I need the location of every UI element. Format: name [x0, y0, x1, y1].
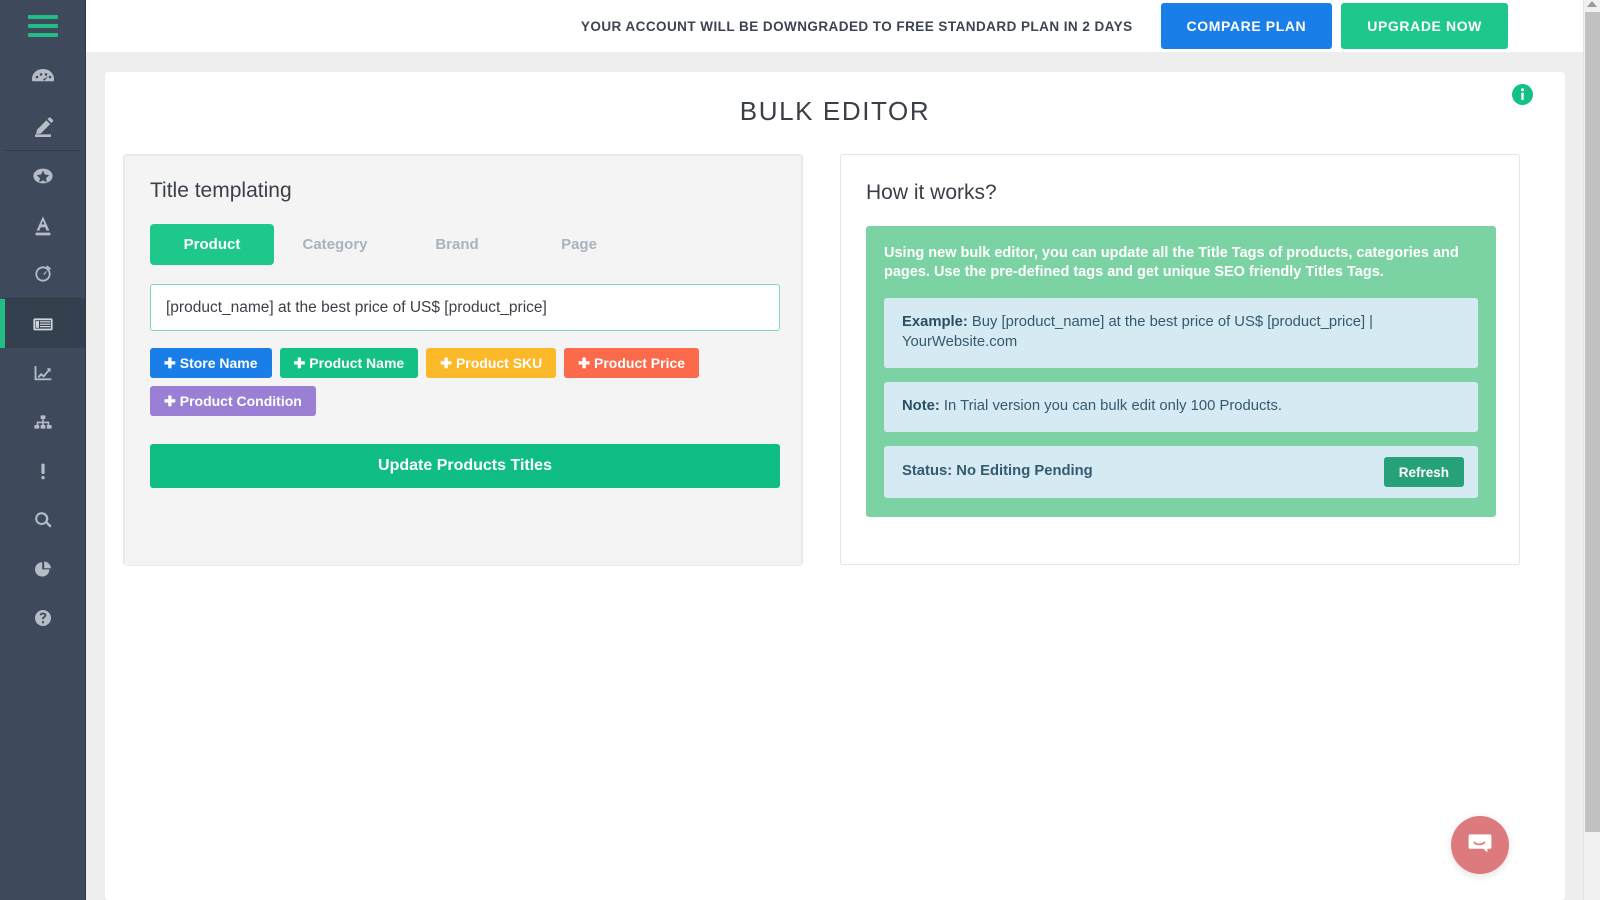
- tag-label: Product Name: [309, 354, 405, 371]
- menu-toggle-button[interactable]: [0, 0, 85, 52]
- sidebar-item-bulk-editor[interactable]: [0, 299, 85, 348]
- refresh-button[interactable]: Refresh: [1383, 457, 1464, 488]
- add-product-price-tag[interactable]: ✚ Product Price: [564, 348, 700, 378]
- tag-label: Product Price: [594, 354, 686, 371]
- status-box: Status: No Editing Pending Refresh: [884, 446, 1478, 499]
- downgrade-notice-text: YOUR ACCOUNT WILL BE DOWNGRADED TO FREE …: [580, 18, 1133, 34]
- chat-message-icon: [1466, 829, 1494, 862]
- bulk-editor-page-card: BULK EDITOR Title templating Product Cat…: [105, 72, 1565, 900]
- tab-brand[interactable]: Brand: [396, 224, 518, 265]
- example-box: Example: Buy [product_name] at the best …: [884, 298, 1478, 369]
- tab-page[interactable]: Page: [518, 224, 640, 265]
- tag-label: Product SKU: [455, 354, 543, 371]
- add-product-condition-tag[interactable]: ✚ Product Condition: [150, 386, 316, 416]
- tag-label: Store Name: [179, 354, 258, 371]
- title-templating-inner: Title templating Product Category Brand …: [124, 155, 802, 566]
- sidebar-item-search[interactable]: [0, 495, 85, 544]
- compare-plan-button[interactable]: COMPARE PLAN: [1160, 3, 1333, 49]
- add-product-sku-tag[interactable]: ✚ Product SKU: [426, 348, 557, 378]
- token-tag-buttons: ✚ Store Name ✚ Product Name ✚ Product SKU ✚…: [150, 348, 782, 416]
- sidebar-item-favorites[interactable]: [0, 151, 85, 200]
- example-text: Buy [product_name] at the best price of …: [902, 314, 1374, 351]
- page-scrollbar[interactable]: [1583, 0, 1600, 900]
- tab-product[interactable]: Product: [150, 224, 274, 265]
- scrollbar-thumb[interactable]: [1585, 12, 1600, 832]
- note-text: In Trial version you can bulk edit only …: [939, 398, 1282, 415]
- page-title: BULK EDITOR: [739, 96, 931, 126]
- sidebar-item-issues[interactable]: [0, 446, 85, 495]
- line-chart-growth-icon: [28, 358, 58, 388]
- top-banner: YOUR ACCOUNT WILL BE DOWNGRADED TO FREE …: [86, 0, 1600, 52]
- title-templating-panel: Title templating Product Category Brand …: [123, 154, 803, 566]
- sidebar-item-on-page-editor[interactable]: [0, 101, 85, 150]
- pie-chart-icon: [28, 554, 58, 584]
- left-sidebar: [0, 0, 86, 900]
- dashboard-gauge-icon: [28, 62, 58, 92]
- sidebar-item-analytics[interactable]: [0, 348, 85, 397]
- how-it-works-intro: Using new bulk editor, you can update al…: [884, 245, 1459, 281]
- plus-icon: ✚: [164, 392, 176, 409]
- panels-row: Title templating Product Category Brand …: [105, 127, 1565, 566]
- question-help-icon: [28, 603, 58, 633]
- title-template-input[interactable]: [150, 284, 780, 331]
- example-label: Example:: [902, 314, 968, 331]
- title-templating-heading: Title templating: [150, 179, 292, 202]
- sidebar-item-reports[interactable]: [0, 544, 85, 593]
- app-root: YOUR ACCOUNT WILL BE DOWNGRADED TO FREE …: [0, 0, 1600, 900]
- upgrade-now-button[interactable]: UPGRADE NOW: [1341, 3, 1508, 49]
- exclamation-alert-icon: [28, 456, 58, 486]
- update-products-titles-button[interactable]: Update Products Titles: [150, 444, 780, 488]
- info-circle-icon[interactable]: [1512, 84, 1533, 105]
- plus-icon: ✚: [293, 354, 306, 371]
- how-it-works-panel: How it works? Using new bulk editor, you…: [840, 154, 1520, 565]
- tab-category[interactable]: Category: [274, 224, 396, 265]
- sitemap-hierarchy-icon: [28, 407, 58, 437]
- how-it-works-green-box: Using new bulk editor, you can update al…: [866, 226, 1496, 518]
- bulk-editor-table-icon: [28, 309, 58, 339]
- tag-label: Product Condition: [179, 392, 302, 409]
- add-product-name-tag[interactable]: ✚ Product Name: [279, 348, 419, 378]
- sidebar-item-speed[interactable]: [0, 249, 85, 298]
- plus-icon: ✚: [440, 354, 452, 371]
- note-label: Note:: [902, 398, 940, 415]
- hamburger-icon: [27, 15, 58, 37]
- how-it-works-heading: How it works?: [866, 181, 997, 204]
- scroll-up-arrow-icon[interactable]: [1587, 1, 1597, 7]
- plus-icon: ✚: [164, 354, 176, 371]
- add-store-name-tag[interactable]: ✚ Store Name: [150, 348, 272, 378]
- sidebar-item-sitemap[interactable]: [0, 397, 85, 446]
- note-box: Note: In Trial version you can bulk edit…: [884, 382, 1478, 433]
- sidebar-item-help[interactable]: [0, 593, 85, 642]
- chat-launcher-button[interactable]: [1451, 816, 1509, 874]
- sidebar-item-typography[interactable]: [0, 200, 85, 249]
- text-format-a-icon: [28, 210, 58, 240]
- pencil-edit-icon: [28, 111, 58, 141]
- status-text: Status: No Editing Pending: [902, 463, 1093, 480]
- sidebar-item-dashboard[interactable]: [0, 52, 85, 101]
- plus-icon: ✚: [578, 354, 591, 371]
- star-badge-icon: [28, 161, 58, 191]
- entity-type-tabs: Product Category Brand Page: [150, 224, 776, 265]
- search-magnifier-icon: [28, 505, 58, 535]
- speedometer-icon: [28, 259, 58, 289]
